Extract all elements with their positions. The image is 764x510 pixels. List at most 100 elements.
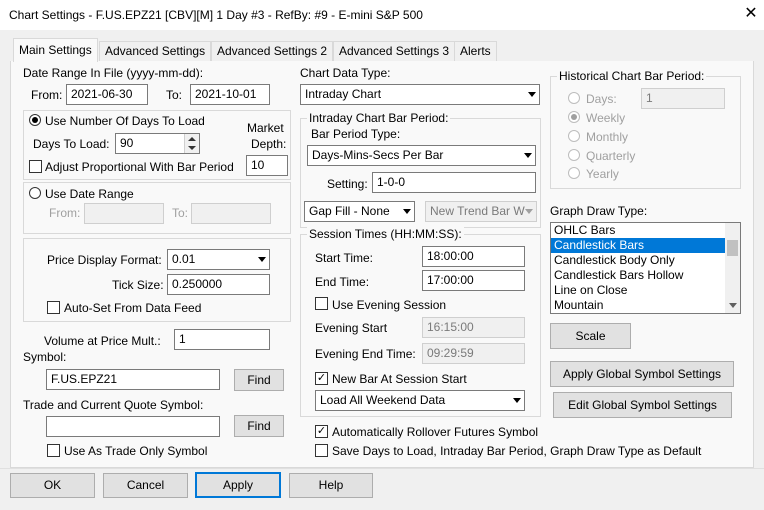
range-to-field[interactable]: [191, 203, 271, 224]
symbol-input[interactable]: F.US.EPZ21: [46, 369, 220, 390]
graph-draw-type-label: Graph Draw Type:: [550, 204, 648, 218]
days-to-load-input[interactable]: 90: [115, 133, 200, 154]
market-depth-input[interactable]: 10: [246, 155, 288, 176]
tab-advanced-settings[interactable]: Advanced Settings: [99, 41, 212, 62]
price-display-format-label: Price Display Format:: [47, 253, 162, 267]
yearly-label: Yearly: [586, 167, 619, 181]
use-date-range-label: Use Date Range: [45, 187, 134, 201]
new-bar-session-start-label: New Bar At Session Start: [332, 372, 467, 386]
monthly-label: Monthly: [586, 130, 629, 144]
date-range-label: Date Range In File (yyyy-mm-dd):: [23, 66, 204, 80]
spin-down-icon[interactable]: [188, 146, 196, 150]
use-evening-session-checkbox[interactable]: [315, 297, 328, 310]
list-item[interactable]: Candlestick Body Only: [551, 253, 740, 268]
chevron-down-icon: [258, 257, 266, 262]
footer-divider: [0, 468, 764, 469]
spin-up-icon[interactable]: [188, 137, 196, 141]
session-group-title: Session Times (HH:MM:SS):: [307, 227, 464, 241]
market-depth-label-1: Market: [247, 121, 284, 135]
weekend-data-value: Load All Weekend Data: [320, 393, 446, 407]
list-item[interactable]: OHLC Bars: [551, 223, 740, 238]
bar-period-type-select[interactable]: Days-Mins-Secs Per Bar: [307, 145, 536, 166]
evening-end-label: Evening End Time:: [315, 347, 416, 361]
apply-global-symbol-settings-button[interactable]: Apply Global Symbol Settings: [550, 361, 734, 387]
monthly-radio[interactable]: [568, 130, 580, 142]
start-time-label: Start Time:: [315, 251, 374, 265]
list-item[interactable]: Line on Close: [551, 283, 740, 298]
start-time-input[interactable]: 18:00:00: [422, 246, 525, 267]
list-item[interactable]: Mountain: [551, 298, 740, 313]
weekly-label: Weekly: [586, 111, 626, 125]
volume-input[interactable]: 1: [174, 329, 270, 350]
historical-days-input[interactable]: 1: [641, 88, 725, 109]
scroll-thumb[interactable]: [727, 240, 738, 256]
tab-alerts[interactable]: Alerts: [454, 41, 497, 62]
gap-fill-value: Gap Fill - None: [309, 204, 390, 218]
new-bar-session-start-checkbox[interactable]: ✓: [315, 372, 328, 385]
list-item[interactable]: Candlestick Bars Hollow: [551, 268, 740, 283]
adjust-proportional-label: Adjust Proportional With Bar Period: [45, 160, 234, 174]
help-button[interactable]: Help: [289, 473, 373, 498]
list-scrollbar[interactable]: [725, 223, 740, 313]
use-evening-session-label: Use Evening Session: [332, 298, 447, 312]
close-icon[interactable]: ✕: [741, 3, 761, 25]
date-from-field[interactable]: 2021-06-30: [66, 84, 148, 105]
window-title: Chart Settings - F.US.EPZ21 [CBV][M] 1 D…: [9, 8, 423, 22]
setting-label: Setting:: [327, 177, 368, 191]
scroll-down-icon[interactable]: [729, 303, 737, 308]
chevron-down-icon: [513, 398, 521, 403]
apply-button[interactable]: Apply: [195, 472, 281, 498]
cancel-button[interactable]: Cancel: [103, 473, 188, 498]
trade-only-checkbox[interactable]: [47, 444, 60, 457]
weekly-radio[interactable]: [568, 111, 580, 123]
symbol-label: Symbol:: [23, 350, 67, 364]
scale-button[interactable]: Scale: [550, 323, 631, 349]
chart-data-type-select[interactable]: Intraday Chart: [300, 84, 540, 105]
trade-symbol-input[interactable]: [46, 416, 220, 437]
quarterly-radio[interactable]: [568, 149, 580, 161]
new-trend-bar-value: New Trend Bar W: [430, 204, 525, 218]
chart-data-type-label: Chart Data Type:: [300, 66, 391, 80]
tab-advanced-settings-2[interactable]: Advanced Settings 2: [211, 41, 334, 62]
weekend-data-select[interactable]: Load All Weekend Data: [315, 390, 525, 411]
range-to-label: To:: [172, 206, 189, 220]
evening-end-input[interactable]: 09:29:59: [422, 343, 525, 364]
price-display-format-select[interactable]: 0.01: [167, 249, 270, 270]
tick-size-input[interactable]: 0.250000: [167, 274, 270, 295]
to-label: To:: [166, 88, 183, 102]
days-spinner[interactable]: [184, 134, 199, 153]
intraday-group-title: Intraday Chart Bar Period:: [307, 111, 451, 125]
tab-main-settings[interactable]: Main Settings: [13, 38, 98, 62]
use-date-range-radio[interactable]: [29, 187, 41, 199]
days-to-load-value: 90: [120, 136, 134, 150]
date-to-field[interactable]: 2021-10-01: [190, 84, 270, 105]
list-item-selected[interactable]: Candlestick Bars: [551, 238, 725, 253]
auto-rollover-label: Automatically Rollover Futures Symbol: [332, 425, 539, 439]
save-defaults-label: Save Days to Load, Intraday Bar Period, …: [332, 444, 702, 458]
save-defaults-checkbox[interactable]: [315, 444, 328, 457]
chevron-down-icon: [403, 209, 411, 214]
days-radio[interactable]: [568, 92, 580, 104]
auto-set-checkbox[interactable]: [47, 301, 60, 314]
new-trend-bar-select[interactable]: New Trend Bar W: [425, 201, 537, 222]
gap-fill-select[interactable]: Gap Fill - None: [304, 201, 415, 222]
tab-advanced-settings-3[interactable]: Advanced Settings 3: [333, 41, 456, 62]
edit-global-symbol-settings-button[interactable]: Edit Global Symbol Settings: [553, 392, 732, 418]
evening-start-input[interactable]: 16:15:00: [422, 317, 525, 338]
graph-draw-type-list[interactable]: OHLC Bars Candlestick Bars Candlestick B…: [550, 222, 741, 314]
range-from-field[interactable]: [84, 203, 164, 224]
setting-input[interactable]: 1-0-0: [372, 172, 536, 193]
end-time-label: End Time:: [315, 275, 370, 289]
auto-rollover-checkbox[interactable]: ✓: [315, 425, 328, 438]
from-label: From:: [31, 88, 63, 102]
historical-group-title: Historical Chart Bar Period:: [557, 69, 707, 83]
adjust-proportional-checkbox[interactable]: [29, 160, 42, 173]
yearly-radio[interactable]: [568, 167, 580, 179]
symbol-find-button[interactable]: Find: [234, 369, 284, 391]
end-time-input[interactable]: 17:00:00: [422, 270, 525, 291]
market-depth-label-2: Depth:: [251, 137, 287, 151]
trade-symbol-find-button[interactable]: Find: [234, 415, 284, 437]
ok-button[interactable]: OK: [10, 473, 95, 498]
use-days-radio[interactable]: [29, 114, 41, 126]
trade-only-label: Use As Trade Only Symbol: [64, 444, 208, 458]
